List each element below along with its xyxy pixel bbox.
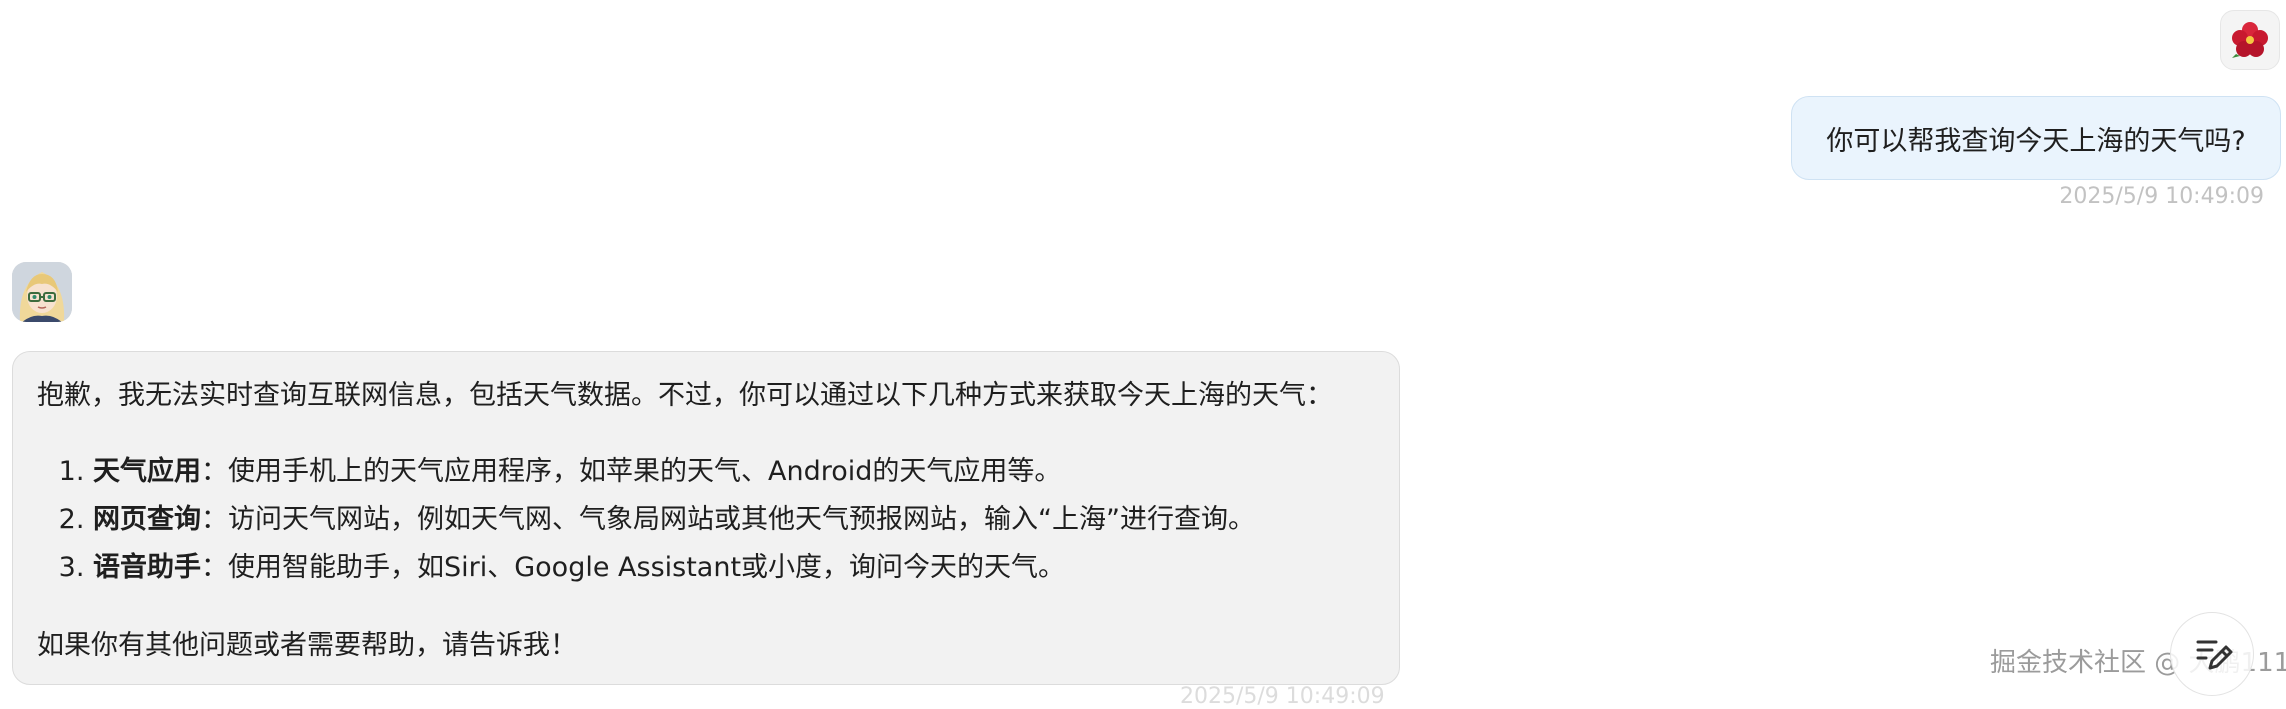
hibiscus-flower-icon [2232, 22, 2268, 58]
assistant-intro-text: 抱歉，我无法实时查询互联网信息，包括天气数据。不过，你可以通过以下几种方式来获取… [37, 380, 1333, 411]
list-item-text: ：使用智能助手，如Siri、Google Assistant或小度，询问今天的天… [201, 552, 1066, 583]
list-item-title: 语音助手 [93, 552, 201, 583]
list-item: 语音助手：使用智能助手，如Siri、Google Assistant或小度，询问… [93, 544, 1375, 592]
assistant-tips-list: 天气应用：使用手机上的天气应用程序，如苹果的天气、Android的天气应用等。 … [37, 448, 1375, 592]
user-message-text: 你可以帮我查询今天上海的天气吗? [1826, 125, 2246, 157]
assistant-outro-text: 如果你有其他问题或者需要帮助，请告诉我！ [37, 630, 577, 661]
assistant-message-bubble: 抱歉，我无法实时查询互联网信息，包括天气数据。不过，你可以通过以下几种方式来获取… [12, 351, 1400, 685]
user-message-timestamp: 2025/5/9 10:49:09 [2059, 184, 2264, 209]
user-avatar[interactable] [2220, 10, 2280, 70]
user-message-bubble: 你可以帮我查询今天上海的天气吗? [1791, 96, 2281, 180]
list-item-text: ：访问天气网站，例如天气网、气象局网站或其他天气预报网站，输入“上海”进行查询。 [201, 504, 1255, 535]
assistant-message-timestamp: 2025/5/9 10:49:09 [1180, 684, 1385, 709]
anime-girl-avatar-icon [12, 262, 72, 322]
list-item-text: ：使用手机上的天气应用程序，如苹果的天气、Android的天气应用等。 [201, 456, 1062, 487]
list-item-title: 网页查询 [93, 504, 201, 535]
list-item-title: 天气应用 [93, 456, 201, 487]
edit-note-icon [2196, 640, 2233, 670]
list-item: 天气应用：使用手机上的天气应用程序，如苹果的天气、Android的天气应用等。 [93, 448, 1375, 496]
list-item: 网页查询：访问天气网站，例如天气网、气象局网站或其他天气预报网站，输入“上海”进… [93, 496, 1375, 544]
assistant-avatar[interactable] [12, 262, 72, 322]
edit-note-button[interactable] [2170, 612, 2254, 696]
